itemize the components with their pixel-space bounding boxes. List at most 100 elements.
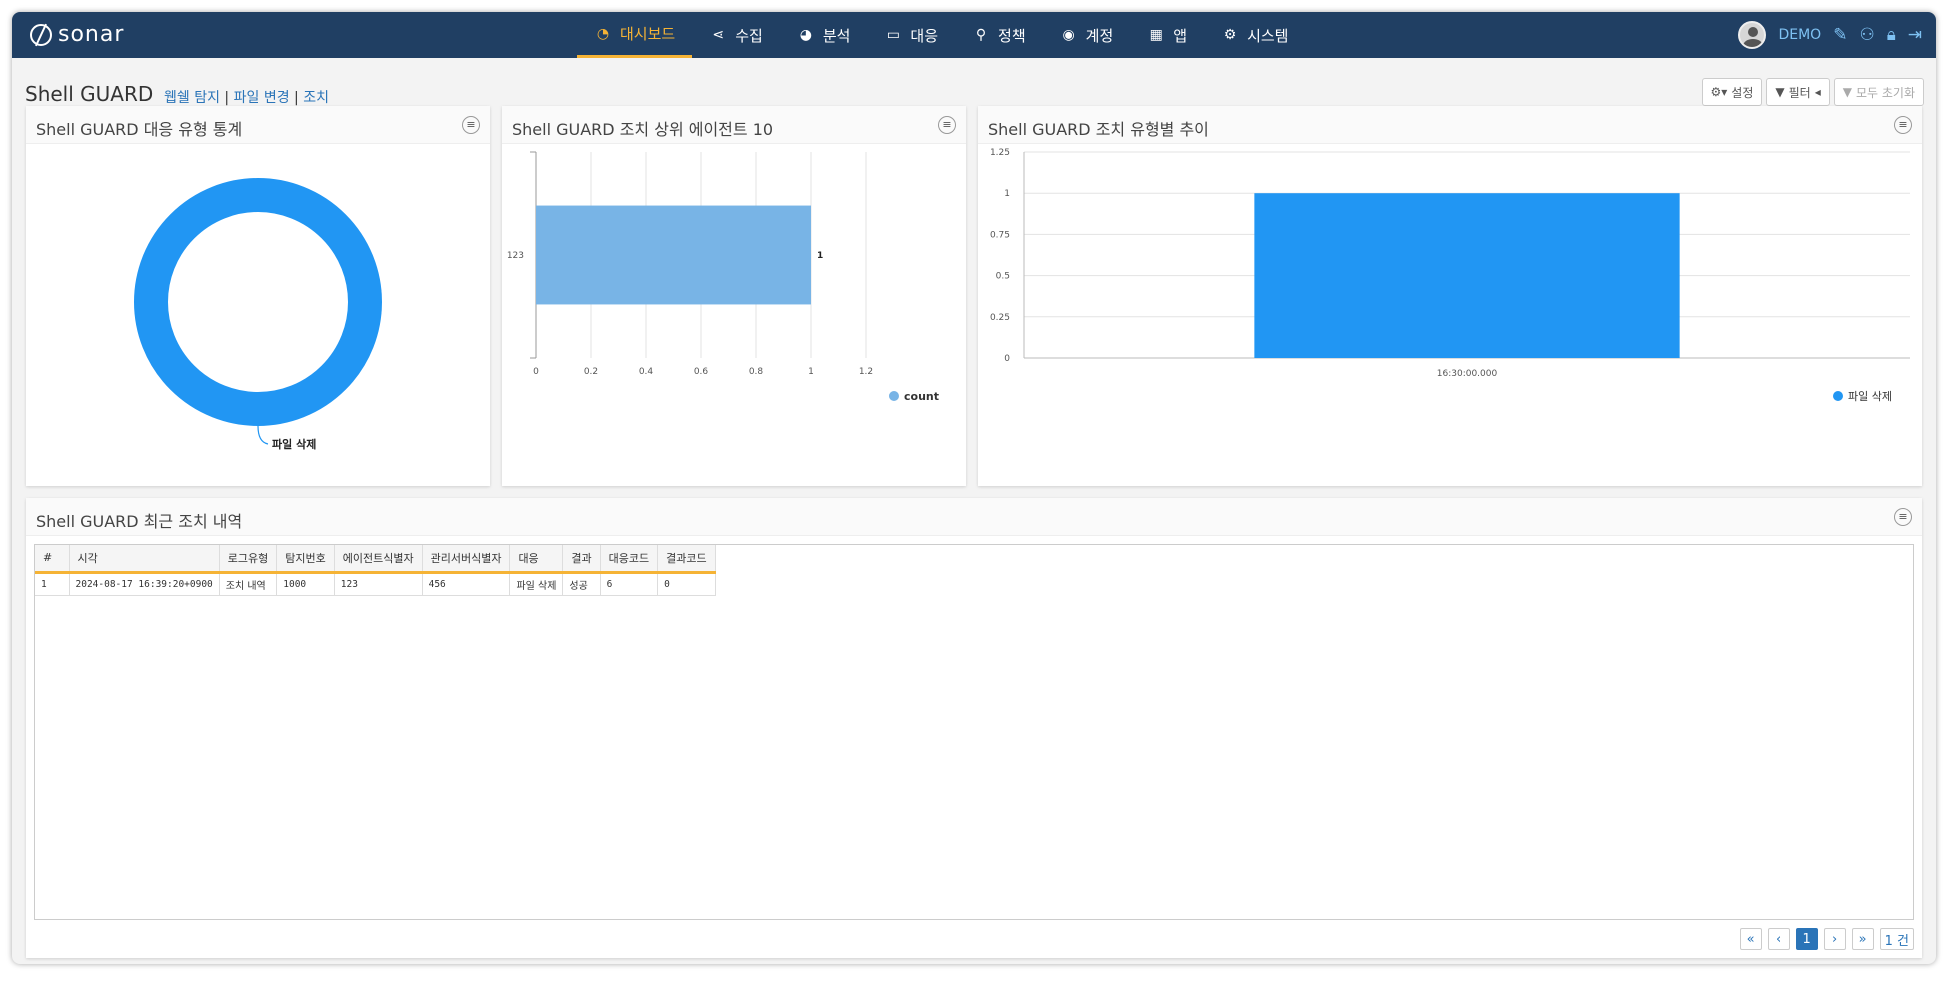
x-tick-label: 1 xyxy=(808,367,814,377)
panel-menu-icon[interactable]: ≡ xyxy=(1894,116,1912,134)
legend-label[interactable]: 파일 삭제 xyxy=(1848,389,1892,403)
menu-label: 분석 xyxy=(822,26,851,45)
recent-actions-panel: Shell GUARD 최근 조치 내역 ≡ # 시각 로그유형 탐지번호 에이전트식별… xyxy=(26,498,1922,958)
next-page-button[interactable]: › xyxy=(1823,928,1846,950)
column-header[interactable]: # xyxy=(35,545,70,574)
link-file-change[interactable]: 파일 변경 xyxy=(234,90,290,106)
pie-icon: ◕ xyxy=(799,27,812,43)
reset-all-button[interactable]: ▼ 모두 초기화 xyxy=(1833,78,1924,106)
menu-item-3[interactable]: ▭ 대응 xyxy=(867,12,955,58)
data-label: 1 xyxy=(817,251,823,261)
y-tick-label: 0 xyxy=(1004,354,1010,364)
table-cell: 123 xyxy=(334,572,423,596)
search-icon: ⚲ xyxy=(975,27,987,43)
menu-item-0[interactable]: ◔ 대시보드 xyxy=(577,12,693,58)
main-menu: ◔ 대시보드 ⋖ 수집 ◕ 분석 ▭ 대응 ⚲ 정책 ◉ 계정 ▦ 앱 ⚙ 시스템 xyxy=(577,12,1305,58)
x-tick-label: 0.6 xyxy=(694,367,709,377)
breadcrumb-links: 웹쉘 탐지 | 파일 변경 | 조치 xyxy=(164,90,329,106)
title-bar: Shell GUARD 웹쉘 탐지 | 파일 변경 | 조치 ⚙▾ 설정 ▼ 필터 ◂… xyxy=(12,58,1936,106)
last-page-button[interactable]: » xyxy=(1851,928,1874,950)
table-cell: 성공 xyxy=(562,572,601,596)
legend-label[interactable]: count xyxy=(904,390,939,403)
column-header[interactable]: 로그유형 xyxy=(219,545,278,574)
column-header[interactable]: 관리서버식별자 xyxy=(422,545,511,574)
panel-menu-icon[interactable]: ≡ xyxy=(462,116,480,134)
top-agents-chart: 0 0.2 0.4 0.6 0.8 1 1.2 123 1 count xyxy=(507,151,939,403)
menu-item-6[interactable]: ▦ 앱 xyxy=(1130,12,1204,58)
donut-panel: Shell GUARD 대응 유형 통계 ≡ 파일 삭제 xyxy=(26,106,490,486)
table-cell: 파일 삭제 xyxy=(509,572,564,596)
filter-button[interactable]: ▼ 필터 ◂ xyxy=(1766,78,1830,106)
trend-chart: 0 0.25 0.5 0.75 1 1.25 16:30:00.000 파일 삭제 xyxy=(990,148,1910,403)
menu-item-5[interactable]: ◉ 계정 xyxy=(1043,12,1131,58)
column-header[interactable]: 대응코드 xyxy=(600,545,659,574)
menu-label: 정책 xyxy=(998,26,1026,45)
menu-item-7[interactable]: ⚙ 시스템 xyxy=(1204,12,1305,58)
slice-label: 파일 삭제 xyxy=(272,437,316,451)
top-nav: sonar ◔ 대시보드 ⋖ 수집 ◕ 분석 ▭ 대응 ⚲ 정책 ◉ 계정 ▦ 앱 ⚙ 시스템 DEMO ✎ … xyxy=(12,12,1936,58)
column-header[interactable]: 탐지번호 xyxy=(276,545,335,574)
app-window: sonar ◔ 대시보드 ⋖ 수집 ◕ 분석 ▭ 대응 ⚲ 정책 ◉ 계정 ▦ 앱 ⚙ 시스템 DEMO ✎ … xyxy=(12,12,1936,964)
column-header[interactable]: 결과 xyxy=(562,545,601,574)
ticket-icon[interactable]: ✎ xyxy=(1833,25,1847,45)
table-cell: 6 xyxy=(600,572,659,596)
menu-label: 계정 xyxy=(1085,26,1114,45)
donut-slice[interactable] xyxy=(134,178,382,426)
logo[interactable]: sonar xyxy=(30,22,124,47)
table-cell: 1000 xyxy=(276,572,335,596)
y-tick-label: 0.25 xyxy=(990,313,1010,323)
table-cell: 조치 내역 xyxy=(219,572,278,596)
current-page-button[interactable]: 1 xyxy=(1795,928,1818,950)
x-tick-label: 0 xyxy=(533,367,539,377)
lock-icon[interactable]: 🔒︎ xyxy=(1887,25,1896,45)
link-action[interactable]: 조치 xyxy=(303,90,329,106)
x-tick-label: 0.4 xyxy=(639,367,654,377)
menu-item-1[interactable]: ⋖ 수집 xyxy=(692,12,780,58)
toolbar: ⚙▾ 설정 ▼ 필터 ◂ ▼ 모두 초기화 xyxy=(1701,78,1924,106)
user-name[interactable]: DEMO xyxy=(1778,27,1821,43)
grid-icon: ▦ xyxy=(1149,27,1163,43)
menu-label: 대시보드 xyxy=(620,25,676,43)
table-cell: 1 xyxy=(35,572,70,596)
y-tick-label: 0.5 xyxy=(996,272,1010,282)
logout-icon[interactable]: ⇥ xyxy=(1908,25,1922,45)
y-tick-label: 0.75 xyxy=(990,230,1010,240)
settings-button[interactable]: ⚙▾ 설정 xyxy=(1701,78,1763,106)
panel-title: Shell GUARD 최근 조치 내역 xyxy=(36,512,243,531)
column-header[interactable]: 대응 xyxy=(509,545,564,574)
column-header[interactable]: 결과코드 xyxy=(657,545,716,574)
gear-icon: ⚙ xyxy=(1223,27,1237,43)
avatar[interactable] xyxy=(1738,21,1767,49)
menu-label: 수집 xyxy=(735,26,763,45)
menu-item-2[interactable]: ◕ 분석 xyxy=(780,12,868,58)
menu-label: 대응 xyxy=(910,26,939,45)
column-header[interactable]: 시각 xyxy=(69,545,220,574)
x-tick-label: 0.2 xyxy=(584,367,598,377)
menu-item-4[interactable]: ⚲ 정책 xyxy=(955,12,1043,58)
prev-page-button[interactable]: ‹ xyxy=(1767,928,1790,950)
bar[interactable] xyxy=(1254,193,1680,358)
y-tick-label: 1 xyxy=(1004,189,1010,199)
data-grid: # 시각 로그유형 탐지번호 에이전트식별자 관리서버식별자 대응 결과 대응코드 결과코드 12… xyxy=(34,544,1914,920)
table-cell: 0 xyxy=(657,572,716,596)
table-cell: 456 xyxy=(422,572,511,596)
pagination: « ‹ 1 › » 1 건 xyxy=(1739,928,1914,950)
bar[interactable] xyxy=(536,205,811,305)
table-row[interactable]: 1 2024-08-17 16:39:20+0900 조치 내역 1000 123 456… xyxy=(35,572,716,596)
user-icon[interactable]: ⚇ xyxy=(1859,25,1874,45)
user-area: DEMO ✎ ⚇ 🔒︎ ⇥ xyxy=(1738,21,1922,49)
link-webshell[interactable]: 웹쉘 탐지 xyxy=(164,90,220,106)
first-page-button[interactable]: « xyxy=(1739,928,1762,950)
legend-swatch xyxy=(889,391,899,401)
label-connector xyxy=(257,425,269,445)
panel-menu-icon[interactable]: ≡ xyxy=(938,116,956,134)
logo-text: sonar xyxy=(58,22,125,47)
column-header[interactable]: 에이전트식별자 xyxy=(334,545,423,574)
table-cell: 2024-08-17 16:39:20+0900 xyxy=(69,572,220,596)
panel-menu-icon[interactable]: ≡ xyxy=(1894,508,1912,526)
dashboard-icon: ◔ xyxy=(596,25,610,42)
share-icon: ⋖ xyxy=(712,27,725,43)
panel-title: Shell GUARD 조치 상위 에이전트 10 xyxy=(512,120,774,139)
menu-label: 앱 xyxy=(1173,26,1188,45)
user-circle-icon: ◉ xyxy=(1062,27,1075,43)
